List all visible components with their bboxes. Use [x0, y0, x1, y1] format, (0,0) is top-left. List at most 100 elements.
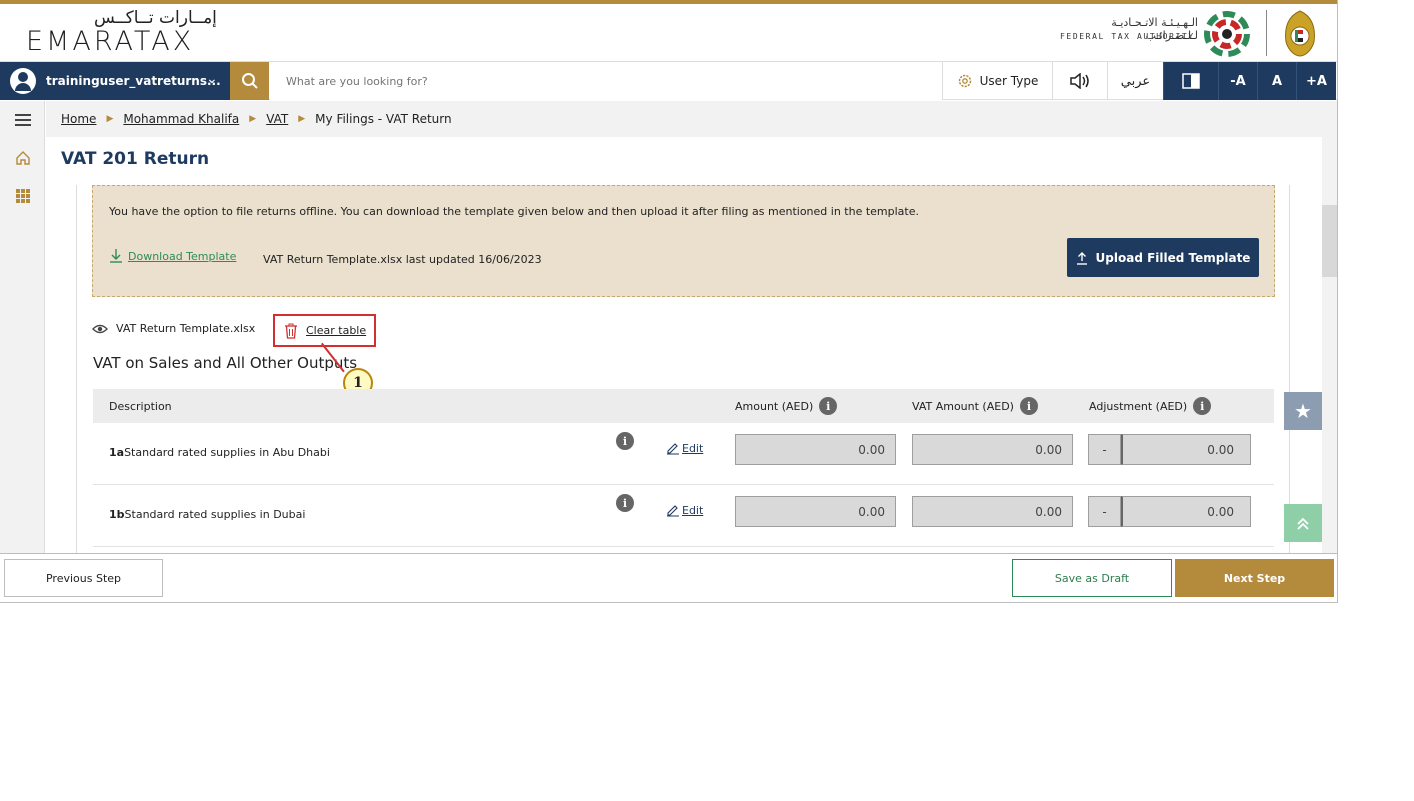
- logo-arabic-text: إمــارات تــاكــس: [94, 8, 217, 28]
- adjustment-field[interactable]: 0.00: [1121, 434, 1251, 465]
- font-default-button[interactable]: A: [1257, 62, 1296, 100]
- adjustment-sign[interactable]: -: [1088, 434, 1121, 465]
- amount-field[interactable]: 0.00: [735, 496, 896, 527]
- scrollbar-track[interactable]: [1322, 137, 1337, 553]
- scrollbar-thumb[interactable]: [1322, 205, 1337, 277]
- upload-label: Upload Filled Template: [1095, 250, 1251, 265]
- clear-table-label: Clear table: [306, 324, 367, 337]
- trash-icon: [285, 323, 297, 339]
- text-to-speech-button[interactable]: [1052, 62, 1107, 100]
- download-icon: [110, 249, 122, 263]
- adjustment-sign[interactable]: -: [1088, 496, 1121, 527]
- star-icon: ★: [1294, 399, 1312, 423]
- breadcrumb-separator-icon: ▶: [106, 114, 114, 124]
- previous-step-button[interactable]: Previous Step: [4, 559, 163, 597]
- breadcrumb: Home ▶ Mohammad Khalifa ▶ VAT ▶ My Filin…: [46, 101, 1337, 137]
- font-increase-button[interactable]: +A: [1296, 62, 1336, 100]
- footer-actions: Previous Step Save as Draft Next Step: [0, 553, 1337, 602]
- notice-text: You have the option to file returns offl…: [109, 205, 920, 218]
- edit-link[interactable]: Edit: [666, 442, 703, 455]
- breadcrumb-home[interactable]: Home: [61, 112, 96, 126]
- search-button[interactable]: [230, 62, 269, 100]
- vat-amount-field[interactable]: 0.00: [912, 496, 1073, 527]
- page-title: VAT 201 Return: [61, 149, 210, 169]
- username: traininguser_vatreturns...: [46, 74, 221, 88]
- table-header: Description Amount (AED) i VAT Amount (A…: [93, 389, 1274, 423]
- row-description-text: Standard rated supplies in Abu Dhabi: [124, 446, 330, 459]
- font-decrease-button[interactable]: -A: [1218, 62, 1257, 100]
- gear-icon: [958, 74, 971, 88]
- next-step-button[interactable]: Next Step: [1175, 559, 1334, 597]
- menu-toggle[interactable]: [0, 101, 45, 139]
- search-icon: [241, 73, 258, 89]
- eye-icon: [92, 324, 108, 333]
- header-vat-amount-label: VAT Amount (AED): [912, 399, 1014, 413]
- header-amount-label: Amount (AED): [735, 399, 814, 413]
- upload-filled-template-button[interactable]: Upload Filled Template: [1067, 238, 1259, 277]
- row-description: 1bStandard rated supplies in Dubai: [109, 508, 305, 521]
- authority-english-name: FEDERAL TAX AUTHORITY: [1060, 32, 1195, 41]
- speaker-icon: [1070, 73, 1089, 89]
- user-type-label: User Type: [979, 74, 1039, 88]
- header: إمــارات تــاكــس EMARATAX الـهـيـئـة ال…: [0, 4, 1337, 61]
- download-template-label: Download Template: [128, 249, 237, 263]
- uae-emblem-icon: [1285, 10, 1315, 57]
- emaratax-logo[interactable]: EMARATAX: [26, 26, 194, 57]
- header-vat-amount: VAT Amount (AED) i: [912, 389, 1038, 423]
- scroll-top-icon: [1297, 517, 1309, 530]
- uploaded-file-name: VAT Return Template.xlsx: [116, 322, 256, 335]
- info-icon[interactable]: i: [1019, 397, 1038, 415]
- info-icon[interactable]: i: [616, 494, 634, 512]
- row-description-text: Standard rated supplies in Dubai: [124, 508, 306, 521]
- user-icon: [10, 68, 36, 94]
- header-adjustment-label: Adjustment (AED): [1089, 399, 1188, 413]
- breadcrumb-current: My Filings - VAT Return: [315, 112, 452, 126]
- app-window: إمــارات تــاكــس EMARATAX الـهـيـئـة ال…: [0, 0, 1338, 603]
- row-code: 1b: [109, 508, 125, 521]
- uploaded-file[interactable]: VAT Return Template.xlsx: [92, 322, 255, 335]
- amount-field[interactable]: 0.00: [735, 434, 896, 465]
- download-template-link[interactable]: Download Template: [109, 248, 236, 264]
- breadcrumb-vat[interactable]: VAT: [266, 112, 288, 126]
- edit-label: Edit: [682, 442, 704, 455]
- info-icon[interactable]: i: [819, 397, 838, 415]
- left-sidebar: [0, 101, 45, 553]
- edit-icon: [667, 443, 679, 455]
- favorite-button[interactable]: ★: [1284, 392, 1322, 430]
- home-icon: [15, 151, 30, 165]
- table-row: 1aStandard rated supplies in Abu Dhabi i…: [93, 423, 1274, 485]
- user-menu[interactable]: traininguser_vatreturns... ⌄: [0, 62, 230, 100]
- menu-icon: [14, 114, 31, 126]
- breadcrumb-separator-icon: ▶: [249, 114, 257, 124]
- vat-amount-field[interactable]: 0.00: [912, 434, 1073, 465]
- fta-logo-icon: [1204, 11, 1250, 57]
- clear-table-button[interactable]: Clear table: [273, 314, 376, 347]
- table-row: 1bStandard rated supplies in Dubai i Edi…: [93, 485, 1274, 547]
- save-as-draft-button[interactable]: Save as Draft: [1012, 559, 1172, 597]
- sidebar-item-services[interactable]: [0, 177, 45, 215]
- sidebar-item-home[interactable]: [0, 139, 45, 177]
- header-amount: Amount (AED) i: [735, 389, 838, 423]
- breadcrumb-separator-icon: ▶: [298, 114, 306, 124]
- breadcrumb-user[interactable]: Mohammad Khalifa: [123, 112, 239, 126]
- row-description: 1aStandard rated supplies in Abu Dhabi: [109, 446, 330, 459]
- edit-link[interactable]: Edit: [666, 504, 703, 517]
- section-title: VAT on Sales and All Other Outputs: [93, 354, 358, 372]
- info-icon[interactable]: i: [616, 432, 634, 450]
- edit-icon: [667, 505, 679, 517]
- search-input[interactable]: [270, 62, 942, 100]
- chevron-down-icon: ⌄: [206, 71, 218, 87]
- adjustment-field[interactable]: 0.00: [1121, 496, 1251, 527]
- scroll-to-top-button[interactable]: [1284, 504, 1322, 542]
- grid-icon: [15, 189, 30, 203]
- contrast-icon: [1182, 73, 1200, 89]
- edit-label: Edit: [682, 504, 704, 517]
- header-divider: [1266, 10, 1267, 56]
- top-navbar: traininguser_vatreturns... ⌄ User Type: [0, 61, 1337, 100]
- language-toggle[interactable]: عربي: [1107, 62, 1163, 100]
- template-info: VAT Return Template.xlsx last updated 16…: [263, 253, 542, 266]
- info-icon[interactable]: i: [1193, 397, 1212, 415]
- user-type-button[interactable]: User Type: [942, 62, 1052, 100]
- contrast-toggle[interactable]: [1163, 62, 1218, 100]
- upload-icon: [1076, 251, 1087, 265]
